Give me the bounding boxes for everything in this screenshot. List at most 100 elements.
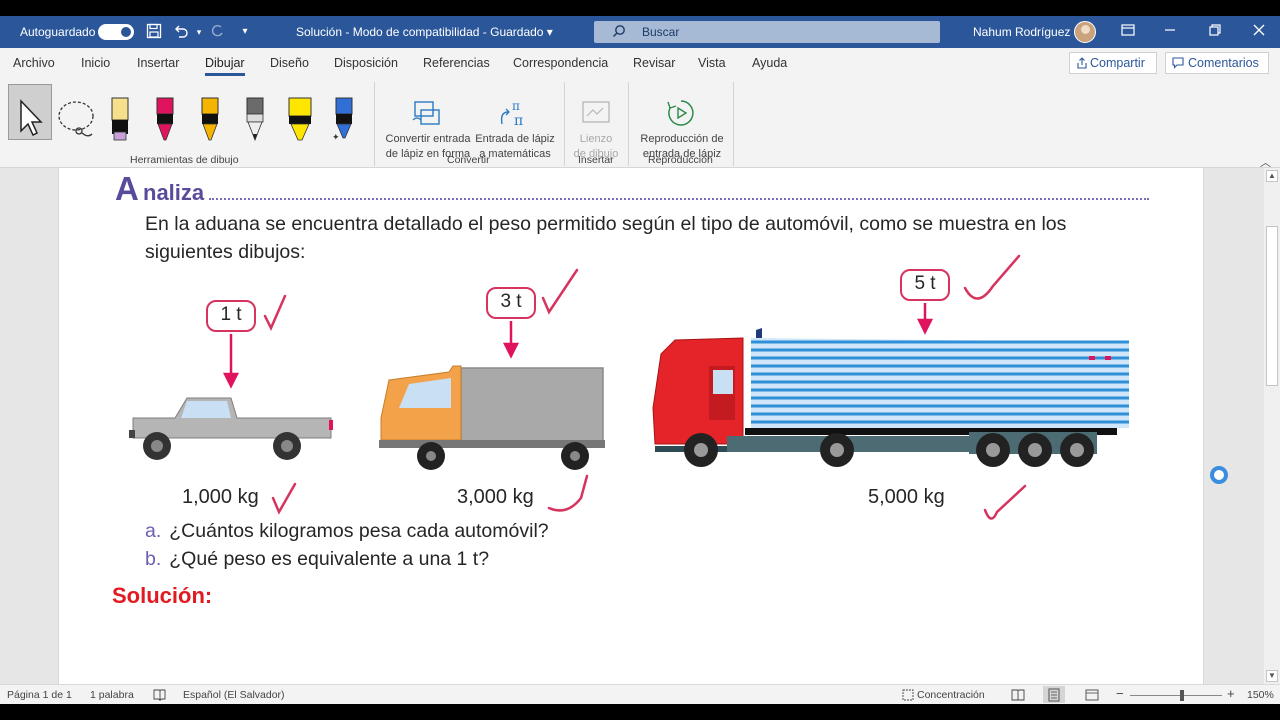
pen-icon: ✦ <box>332 97 353 143</box>
customize-toolbar-icon[interactable]: ▾ <box>236 23 254 41</box>
print-layout-icon[interactable] <box>1043 686 1065 703</box>
scroll-down-icon[interactable]: ▼ <box>1266 670 1278 682</box>
toggle-knob <box>121 27 131 37</box>
pointer-icon <box>20 99 43 137</box>
check-5000kg <box>983 484 1027 520</box>
tab-referencias[interactable]: Referencias <box>423 56 490 70</box>
undo-icon[interactable] <box>172 23 190 41</box>
user-name[interactable]: Nahum Rodríguez <box>973 25 1070 39</box>
group-separator <box>733 82 734 166</box>
drawing-canvas-label-line1: Lienzo <box>579 133 613 145</box>
share-icon <box>1077 57 1087 69</box>
ink-replay-button[interactable]: Reproducción de entrada de lápiz <box>634 82 730 162</box>
weight-box-truck: 3,000 kg <box>457 486 534 508</box>
comments-button[interactable]: Comentarios <box>1165 52 1269 74</box>
pen-orange[interactable] <box>198 82 222 142</box>
solution-heading: Solución: <box>112 583 213 608</box>
read-mode-icon[interactable] <box>1011 689 1025 704</box>
share-button[interactable]: Compartir <box>1069 52 1157 74</box>
check-1t <box>263 294 287 331</box>
title-bar: Autoguardado ▾ ▾ Solución - Modo de comp… <box>0 16 1280 48</box>
drawing-canvas-button[interactable]: Lienzo de dibujo <box>568 82 624 162</box>
question-b-text: ¿Qué peso es equivalente a una 1 t? <box>169 548 490 570</box>
word-count[interactable]: 1 palabra <box>90 689 134 701</box>
comments-label: Comentarios <box>1188 56 1259 70</box>
document-area: A naliza En la aduana se encuentra detal… <box>0 168 1264 684</box>
weight-pickup: 1,000 kg <box>182 486 259 508</box>
lasso-select-button[interactable] <box>56 98 100 142</box>
group-label-replay: Reproducción <box>648 154 713 166</box>
pen-highlighter-cream[interactable] <box>108 82 132 142</box>
comment-icon <box>1172 57 1184 69</box>
highlighter-yellow[interactable] <box>287 82 312 142</box>
vertical-scrollbar[interactable]: ▲ ▼ <box>1264 168 1280 684</box>
zoom-out-icon[interactable]: − <box>1116 686 1124 701</box>
word-window: Autoguardado ▾ ▾ Solución - Modo de comp… <box>0 16 1280 704</box>
pen-pink[interactable] <box>153 82 177 142</box>
page-count[interactable]: Página 1 de 1 <box>7 689 72 701</box>
focus-icon[interactable] <box>902 689 914 704</box>
question-a: a. ¿Cuántos kilogramos pesa cada automóvi… <box>145 520 549 543</box>
vehicles-illustration <box>129 254 1129 520</box>
tab-disposicion[interactable]: Disposición <box>334 56 398 70</box>
tab-diseno[interactable]: Diseño <box>270 56 309 70</box>
zoom-level[interactable]: 150% <box>1247 689 1274 701</box>
check-3000kg <box>547 474 589 512</box>
zoom-slider-thumb[interactable] <box>1180 690 1184 701</box>
focus-mode[interactable]: Concentración <box>917 689 985 701</box>
restore-icon[interactable] <box>1207 24 1223 40</box>
search-box[interactable]: Buscar <box>594 21 940 43</box>
question-a-letter: a. <box>145 520 162 542</box>
document-title[interactable]: Solución - Modo de compatibilidad - Guar… <box>296 25 553 39</box>
document-page[interactable]: A naliza En la aduana se encuentra detal… <box>58 168 1204 684</box>
svg-text:π: π <box>512 99 520 113</box>
weight-semi-truck: 5,000 kg <box>868 486 945 508</box>
tab-revisar[interactable]: Revisar <box>633 56 675 70</box>
avatar[interactable] <box>1074 21 1096 43</box>
undo-dropdown-icon[interactable]: ▾ <box>190 23 208 41</box>
select-objects-button[interactable] <box>8 84 52 140</box>
group-label-drawing-tools: Herramientas de dibujo <box>130 154 239 166</box>
pen-icon <box>156 97 174 141</box>
minimize-icon[interactable] <box>1162 24 1178 40</box>
ink-to-shape-icon <box>412 101 440 125</box>
web-layout-icon[interactable] <box>1085 689 1099 704</box>
pencil-gray[interactable] <box>243 82 267 142</box>
tab-archivo[interactable]: Archivo <box>13 56 55 70</box>
close-icon[interactable] <box>1251 24 1267 40</box>
ink-to-shape-button[interactable]: Convertir entrada de lápiz en forma <box>383 82 473 162</box>
tab-dibujar[interactable]: Dibujar <box>205 56 245 76</box>
share-label: Compartir <box>1090 56 1145 70</box>
check-1000kg <box>271 482 297 515</box>
check-3t <box>541 268 579 315</box>
pencil-icon <box>246 97 264 142</box>
zoom-slider[interactable] <box>1130 695 1222 696</box>
box-truck <box>379 365 605 470</box>
replay-icon <box>667 100 694 126</box>
ribbon-tabs: Archivo Inicio Insertar Dibujar Diseño D… <box>0 48 1280 78</box>
redo-icon[interactable] <box>208 23 226 41</box>
highlighter-icon <box>288 97 312 141</box>
scroll-up-icon[interactable]: ▲ <box>1266 170 1278 182</box>
svg-text:✦: ✦ <box>332 133 340 142</box>
arrow-5t <box>916 303 934 335</box>
group-separator <box>374 82 375 166</box>
language[interactable]: Español (El Salvador) <box>183 689 285 701</box>
pen-galaxy-blue[interactable]: ✦ <box>332 82 356 143</box>
group-separator <box>564 82 565 166</box>
cursor-indicator-icon <box>1210 466 1228 484</box>
tab-ayuda[interactable]: Ayuda <box>752 56 787 70</box>
canvas-icon <box>582 101 610 123</box>
save-icon[interactable] <box>145 23 163 41</box>
ribbon-display-options-icon[interactable] <box>1120 24 1136 40</box>
autosave-toggle[interactable] <box>98 24 134 40</box>
zoom-in-icon[interactable]: + <box>1227 686 1235 701</box>
tab-vista[interactable]: Vista <box>698 56 726 70</box>
tab-insertar[interactable]: Insertar <box>137 56 179 70</box>
ribbon: ✦ Herramientas de dibujo Convertir entra… <box>0 78 1280 169</box>
scroll-thumb[interactable] <box>1266 226 1278 386</box>
proofing-icon[interactable] <box>153 689 166 704</box>
tab-correspondencia[interactable]: Correspondencia <box>513 56 608 70</box>
ink-to-math-button[interactable]: ππ Entrada de lápiz a matemáticas <box>474 82 556 162</box>
tab-inicio[interactable]: Inicio <box>81 56 110 70</box>
